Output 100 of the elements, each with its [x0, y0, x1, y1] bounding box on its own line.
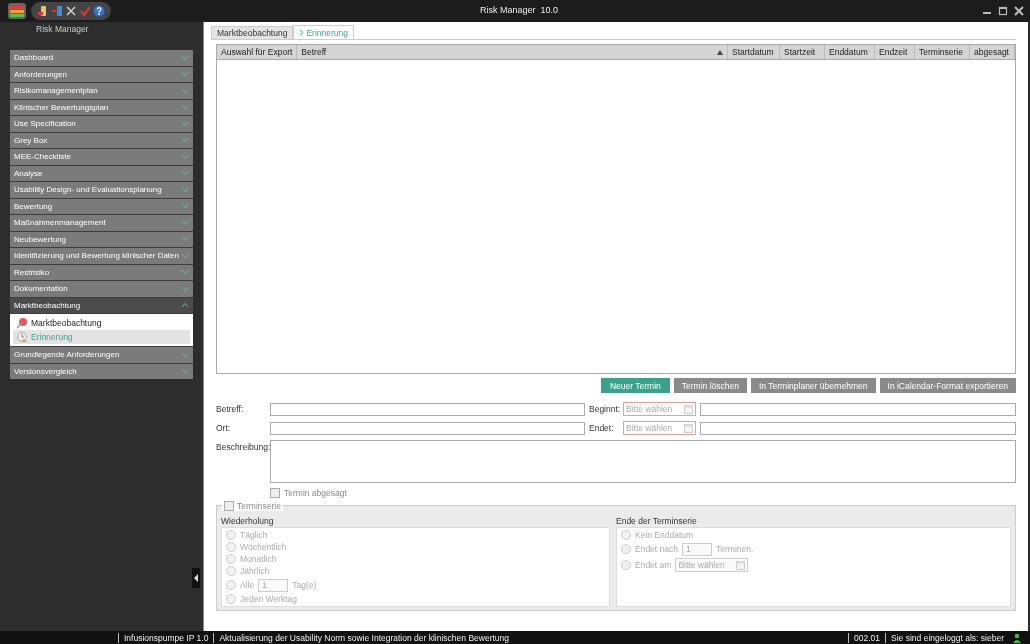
close-icon[interactable]	[1014, 6, 1024, 16]
radio-button[interactable]	[621, 560, 631, 570]
section-title: Ende der Terminserie	[616, 516, 698, 527]
sidebar-item[interactable]: Neubewertung	[10, 231, 193, 247]
column-header[interactable]: Auswahl für Export	[217, 45, 298, 59]
chevron-down-icon	[181, 368, 189, 375]
app-name: Risk Manager	[36, 24, 89, 34]
collapse-handle[interactable]	[192, 568, 200, 588]
date-picker[interactable]: Bitte wählen	[623, 421, 696, 435]
chevron-down-icon	[181, 285, 189, 292]
chevron-down-icon	[181, 87, 189, 94]
date-picker[interactable]: Bitte wählen	[623, 402, 696, 416]
exit-door-icon[interactable]	[51, 5, 63, 17]
radio-button[interactable]	[226, 554, 236, 564]
sidebar-item[interactable]: Dokumentation	[10, 281, 193, 297]
sidebar-item[interactable]: MEE-Checkliste	[10, 149, 193, 165]
sidebar-item[interactable]: Grundlegende Anforderungen	[10, 347, 193, 363]
sidebar-item[interactable]: Grey Box	[10, 132, 193, 148]
field-label: Beginnt:	[589, 404, 619, 414]
column-header[interactable]: Terminserie	[915, 45, 970, 59]
chevron-down-icon	[181, 170, 189, 177]
radio-button[interactable]	[621, 530, 631, 540]
chevron-up-icon	[181, 302, 189, 309]
chart-icon	[16, 317, 28, 329]
sidebar-item[interactable]: Analyse	[10, 165, 193, 181]
chevron-down-icon	[181, 104, 189, 111]
chevron-down-icon	[181, 351, 189, 358]
sidebar-item[interactable]: Usability Design- und Evaluationsplanung	[10, 182, 193, 198]
sort-ascending-icon	[717, 49, 723, 55]
help-icon[interactable]	[93, 5, 105, 17]
action-button[interactable]: Termin löschen	[673, 378, 747, 393]
radio-label: Endet am	[635, 559, 672, 571]
submenu-item[interactable]: Erinnerung	[13, 330, 190, 344]
chevron-down-icon	[181, 236, 189, 243]
calendar-icon	[684, 423, 693, 433]
chevron-down-icon	[181, 203, 189, 210]
window-title: Risk Manager 10.0	[480, 5, 559, 15]
action-button[interactable]: In iCalendar-Format exportieren	[879, 378, 1016, 393]
unit-label: Tag(e)	[292, 579, 317, 591]
chevron-down-icon	[181, 120, 189, 127]
calendar-icon	[736, 560, 746, 570]
checkbox-label: Termin abgesagt	[284, 488, 347, 498]
column-header[interactable]: Endzeit	[875, 45, 915, 59]
field-label: Ort:	[216, 423, 232, 433]
checkbox[interactable]	[270, 488, 280, 498]
calendar-icon	[684, 404, 693, 414]
sidebar-item[interactable]: Maßnahmenmanagement	[10, 215, 193, 231]
app-logo-icon	[5, 1, 29, 21]
chevron-down-icon	[181, 71, 189, 78]
radio-label: Wöchentlich	[240, 541, 287, 553]
sidebar-item[interactable]: Restrisiko	[10, 264, 193, 280]
chevron-down-icon	[181, 137, 189, 144]
primary-button[interactable]: Neuer Termin	[600, 378, 670, 393]
column-header[interactable]: abgesagt	[970, 45, 1015, 59]
input-field[interactable]	[270, 402, 585, 416]
chevron-down-icon	[181, 252, 189, 259]
action-button[interactable]: In Terminplaner übernehmen	[751, 378, 876, 393]
checkbox-label: Terminserie	[237, 500, 281, 511]
sidebar-item[interactable]: Dashboard	[10, 50, 193, 66]
sidebar-item[interactable]: Bewertung	[10, 198, 193, 214]
date-picker[interactable]: Bitte wählen	[675, 558, 749, 572]
radio-label: Jeden Werktag	[240, 593, 297, 605]
checkbox[interactable]	[224, 500, 234, 511]
unit-label: Terminen.	[716, 543, 754, 555]
sidebar-item[interactable]: Risikomanagementplan	[10, 83, 193, 99]
column-header[interactable]: Betreff	[297, 45, 728, 59]
sidebar-item[interactable]: Versionsvergleich	[10, 363, 193, 379]
radio-label: Jährlich	[240, 565, 270, 577]
input-field[interactable]	[700, 421, 1016, 435]
radio-button[interactable]	[226, 566, 236, 576]
radio-button[interactable]	[226, 542, 236, 552]
sidebar-item[interactable]: Use Specification	[10, 116, 193, 132]
column-header[interactable]: Enddatum	[825, 45, 875, 59]
input-field[interactable]	[270, 421, 585, 435]
column-header[interactable]: Startdatum	[728, 45, 780, 59]
field-label: Betreff:	[216, 404, 245, 414]
sidebar-item[interactable]: Anforderungen	[10, 66, 193, 82]
radio-label: Alle	[240, 579, 255, 591]
radio-button[interactable]	[226, 594, 236, 604]
sidebar-item[interactable]: Klinischer Bewertungsplan	[10, 99, 193, 115]
tab[interactable]: Marktbeobachtung	[211, 26, 294, 39]
radio-button[interactable]	[226, 530, 236, 540]
sidebar-item[interactable]: Marktbeobachtung	[10, 297, 193, 313]
chevron-right-icon	[299, 29, 305, 36]
input-field[interactable]	[700, 402, 1016, 416]
column-header[interactable]: Startzeit	[780, 45, 825, 59]
text-area[interactable]	[270, 440, 1016, 483]
status-text: 002.01	[848, 632, 886, 643]
radio-button[interactable]	[621, 544, 631, 554]
tab[interactable]: Erinnerung	[293, 25, 354, 39]
clock-icon	[16, 331, 28, 343]
maximize-icon[interactable]	[998, 6, 1008, 16]
chevron-down-icon	[181, 219, 189, 226]
radio-label: Endet nach	[635, 543, 678, 555]
sidebar-item[interactable]: Identifizierung und Bewertung klinischer Daten	[10, 248, 193, 264]
field-label: Endet:	[589, 423, 615, 433]
submenu-item[interactable]: Marktbeobachtung	[13, 316, 190, 330]
radio-button[interactable]	[226, 580, 236, 590]
spellcheck-icon[interactable]	[79, 5, 91, 17]
chevron-down-icon	[181, 186, 189, 193]
